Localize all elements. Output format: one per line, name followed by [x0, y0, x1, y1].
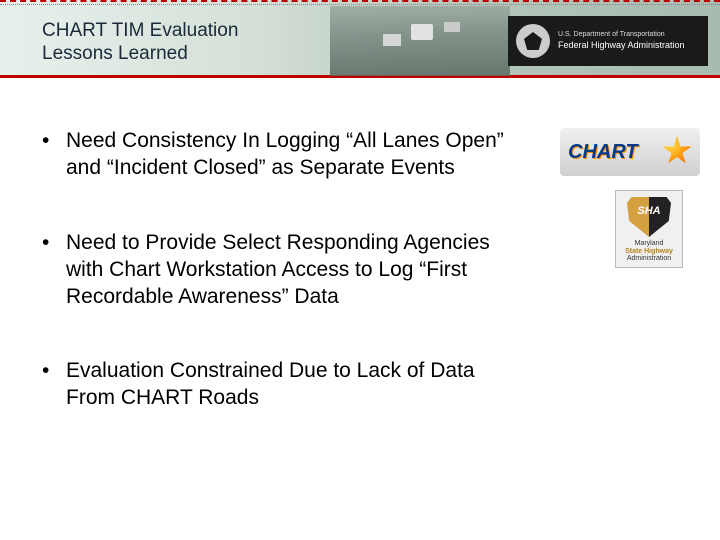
header-photo	[330, 6, 510, 76]
bullet-item: • Evaluation Constrained Due to Lack of …	[42, 358, 522, 412]
bullet-marker-icon: •	[42, 358, 66, 412]
slide-header: CHART TIM Evaluation Lessons Learned U.S…	[0, 0, 720, 78]
usdot-seal-icon	[516, 24, 550, 58]
sha-shield-icon	[627, 197, 671, 237]
bullet-item: • Need Consistency In Logging “All Lanes…	[42, 128, 522, 182]
slide-body: • Need Consistency In Logging “All Lanes…	[42, 128, 522, 460]
bullet-text: Need Consistency In Logging “All Lanes O…	[66, 128, 522, 182]
bullet-marker-icon: •	[42, 128, 66, 182]
sha-logo: Maryland State Highway Administration	[615, 190, 683, 268]
sha-logo-text: Maryland State Highway Administration	[625, 240, 673, 263]
bullet-marker-icon: •	[42, 230, 66, 311]
fhwa-logo-block: U.S. Department of Transportation Federa…	[508, 16, 708, 66]
agency-line-2: Federal Highway Administration	[558, 40, 685, 51]
chart-logo: CHART	[560, 128, 700, 176]
sha-line-3: Administration	[627, 255, 671, 262]
bullet-text: Evaluation Constrained Due to Lack of Da…	[66, 358, 522, 412]
chart-logo-text: CHART	[568, 141, 638, 164]
bullet-text: Need to Provide Select Responding Agenci…	[66, 230, 522, 311]
agency-line-1: U.S. Department of Transportation	[558, 31, 685, 39]
title-line-2: Lessons Learned	[42, 43, 238, 66]
slide-title: CHART TIM Evaluation Lessons Learned	[42, 20, 238, 66]
bullet-item: • Need to Provide Select Responding Agen…	[42, 230, 522, 311]
fhwa-text: U.S. Department of Transportation Federa…	[558, 31, 685, 50]
sha-line-1: Maryland	[635, 240, 664, 247]
title-line-1: CHART TIM Evaluation	[42, 20, 238, 43]
sha-line-2: State Highway	[625, 248, 673, 255]
side-logos: CHART Maryland State Highway Administrat…	[560, 128, 700, 268]
